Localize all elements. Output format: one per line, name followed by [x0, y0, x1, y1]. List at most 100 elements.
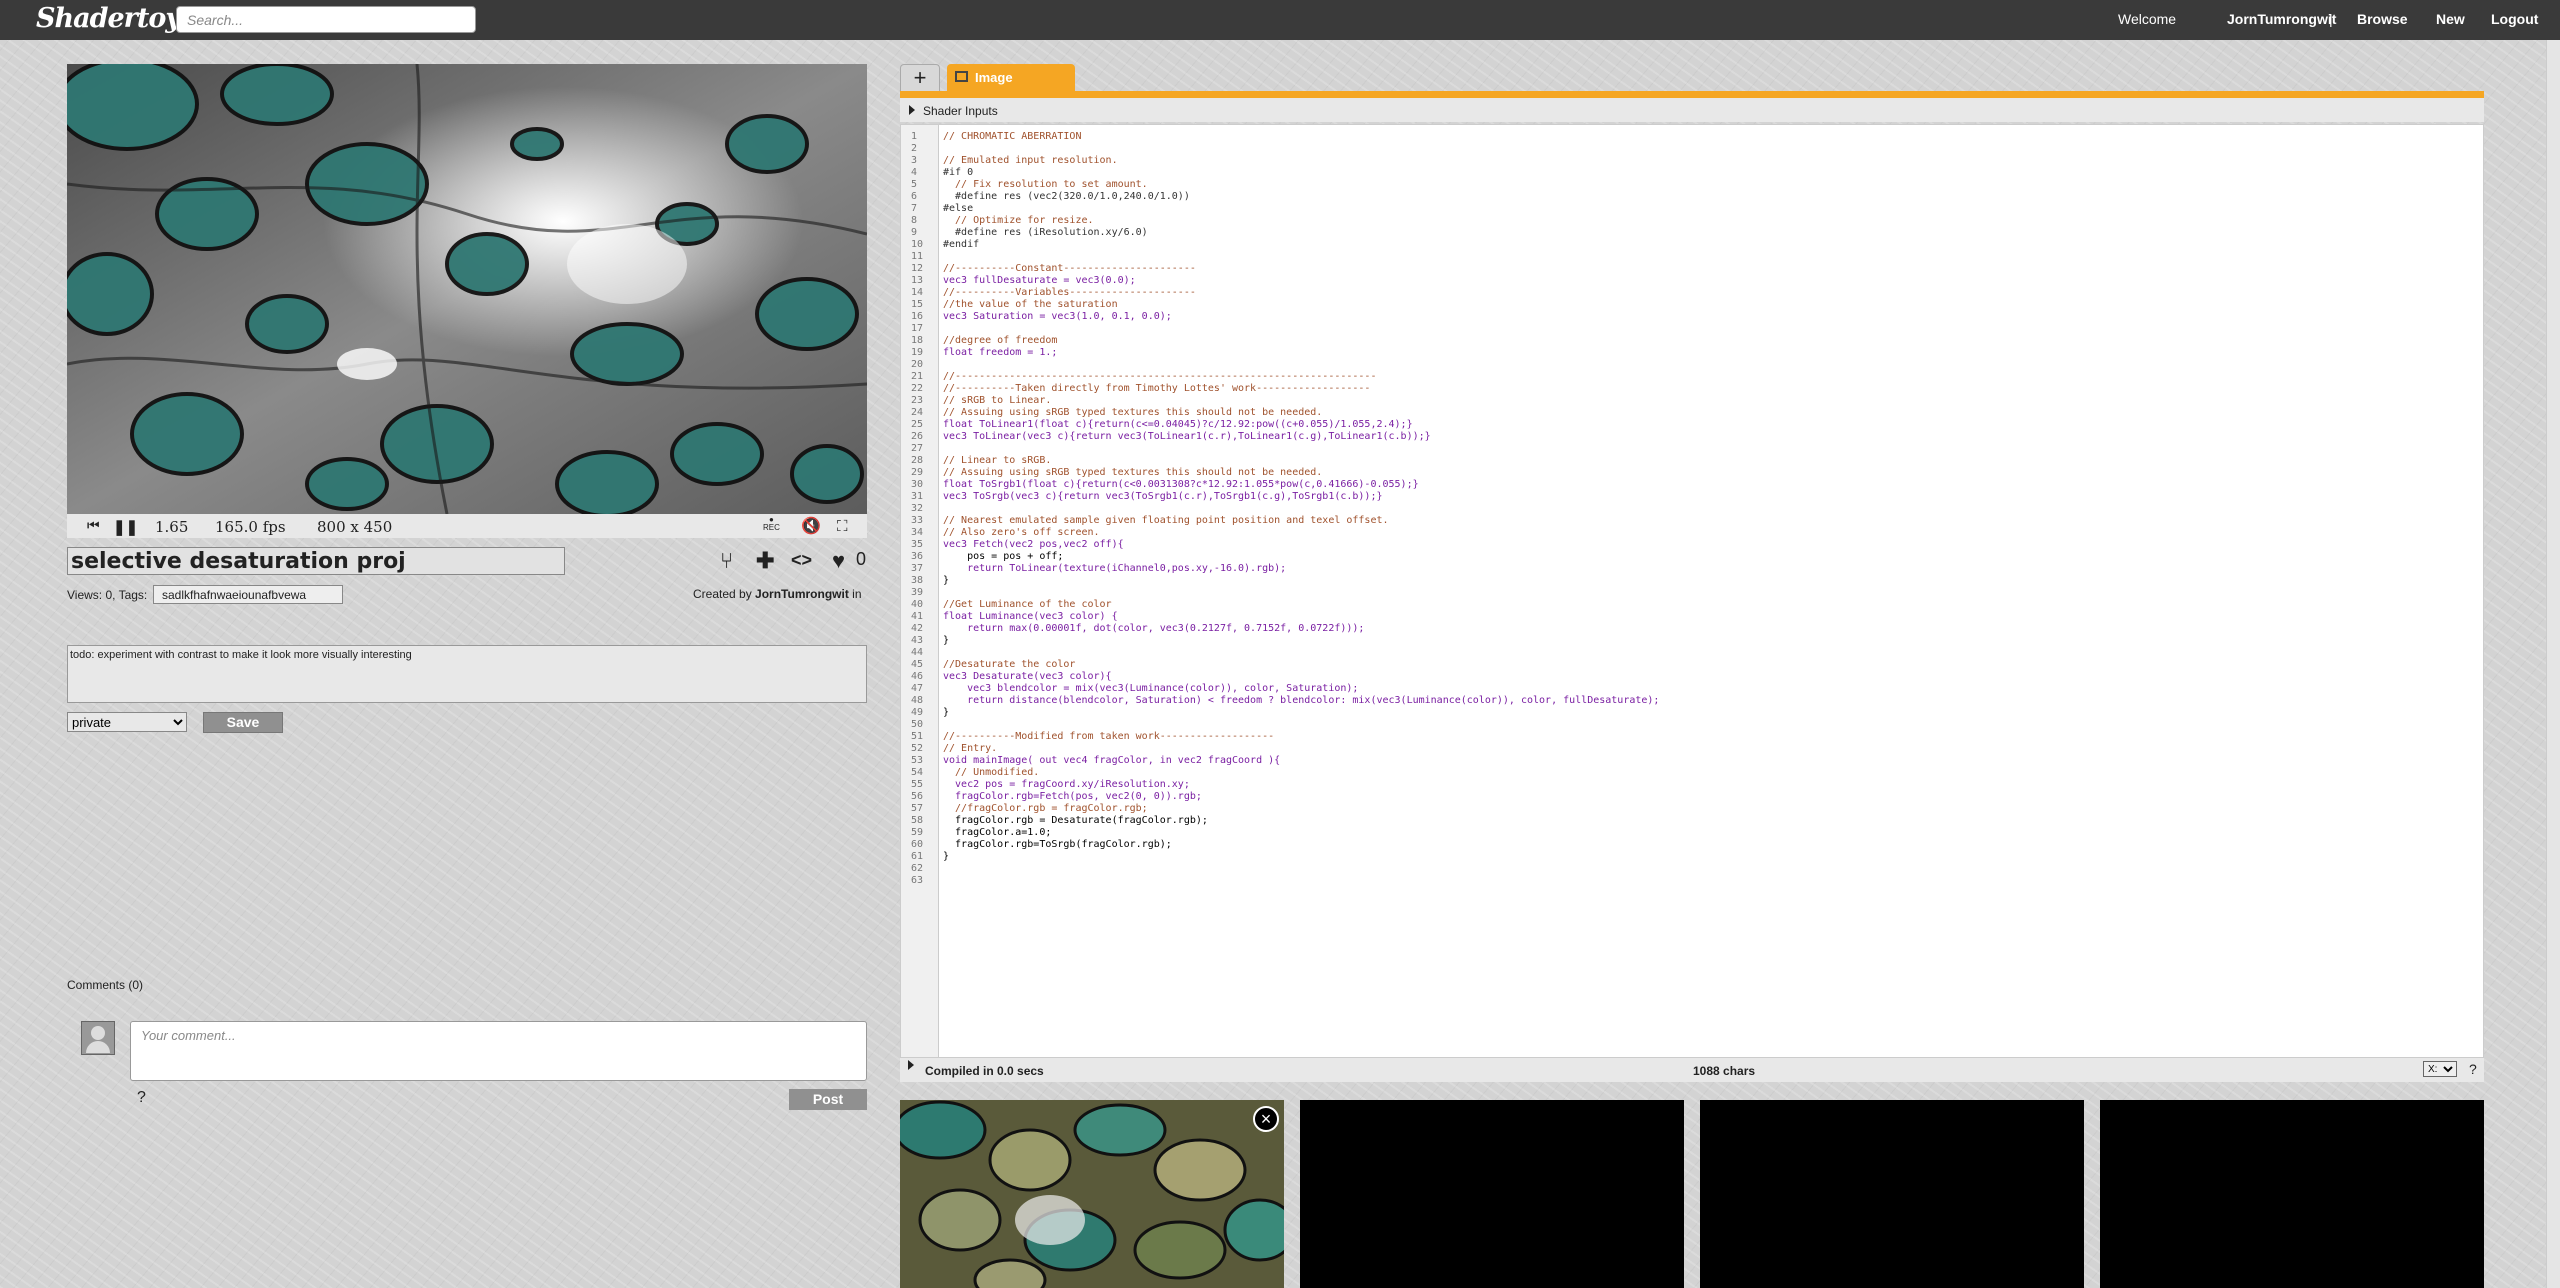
code-line: // Fix resolution to set amount. — [943, 179, 1148, 190]
code-line: // Unmodified. — [943, 767, 1040, 778]
line-number: 55 — [911, 779, 924, 790]
code-line: vec3 fullDesaturate = vec3(0.0); — [943, 275, 1136, 286]
line-number: 10 — [911, 239, 924, 250]
line-number: 22 — [911, 383, 924, 394]
embed-code-icon[interactable]: <> — [791, 550, 812, 571]
code-line: pos = pos + off; — [943, 551, 1064, 562]
editor-help-link[interactable]: ? — [2469, 1061, 2477, 1077]
username-link[interactable]: JornTumrongwit — [2227, 11, 2336, 27]
line-number: 54 — [911, 767, 924, 778]
ichannel3-slot[interactable] — [2100, 1100, 2484, 1288]
line-number: 43 — [911, 635, 924, 646]
code-line: //----------Taken directly from Timothy … — [943, 383, 1371, 394]
description-textarea[interactable]: todo: experiment with contrast to make i… — [67, 645, 867, 703]
page-scrollbar[interactable] — [2546, 40, 2560, 1288]
image-tab-icon — [955, 71, 968, 82]
line-number: 59 — [911, 827, 924, 838]
font-size-select[interactable]: X: — [2423, 1061, 2457, 1077]
comment-input[interactable] — [130, 1021, 867, 1081]
code-line: //----------Variables-------------------… — [943, 287, 1196, 298]
tab-image[interactable]: Image — [947, 64, 1075, 91]
fork-icon[interactable]: ⑂ — [720, 548, 733, 574]
code-line: } — [943, 707, 950, 718]
line-number: 61 — [911, 851, 924, 862]
rewind-icon[interactable]: ⏮ — [87, 518, 100, 534]
line-number-gutter: 1 2 3 4 5 6 7 8 9 10 11 12 13 14 15 16 17 18 19 20 21 22 23 24 2… — [901, 125, 939, 1057]
created-by-label: Created by — [693, 587, 752, 601]
line-number: 14 — [911, 287, 924, 298]
tags-input[interactable]: sadlkfhafnwaeiounafbvewa — [153, 585, 343, 604]
line-number: 49 — [911, 707, 924, 718]
post-button[interactable]: Post — [789, 1089, 867, 1110]
line-numbers: 1 2 3 4 5 6 7 8 9 10 11 12 13 14 15 16 17 18 19 20 21 22 23 24 2… — [911, 131, 923, 887]
line-number: 18 — [911, 335, 924, 346]
code-line: vec3 ToSrgb(vec3 c){return vec3(ToSrgb1(… — [943, 491, 1383, 502]
code-line: vec2 pos = fragCoord.xy/iResolution.xy; — [943, 779, 1190, 790]
line-number: 9 — [911, 227, 918, 238]
code-line: #if 0 — [943, 167, 974, 178]
close-icon[interactable]: × — [1253, 1106, 1279, 1132]
code-line: } — [943, 851, 950, 862]
code-line: return distance(blendcolor, Saturation) … — [943, 695, 1660, 706]
line-number: 23 — [911, 395, 924, 406]
line-number: 19 — [911, 347, 924, 358]
heart-icon[interactable]: ♥ — [832, 548, 845, 574]
code-line: vec3 Desaturate(vec3 color){ — [943, 671, 1112, 682]
line-number: 57 — [911, 803, 924, 814]
line-number: 37 — [911, 563, 924, 574]
fullscreen-icon[interactable]: ⛶ — [837, 517, 848, 535]
new-link[interactable]: New — [2436, 11, 2465, 27]
likes-count: 0 — [856, 549, 867, 569]
tab-image-label: Image — [975, 70, 1013, 85]
line-number: 50 — [911, 719, 924, 730]
line-number: 58 — [911, 815, 924, 826]
volume-icon[interactable]: 🔇 — [801, 516, 821, 535]
add-tab-button[interactable]: + — [900, 64, 940, 91]
line-number: 36 — [911, 551, 924, 562]
code-line: return max(0.00001f, dot(color, vec3(0.2… — [943, 623, 1365, 634]
shadertoy-logo[interactable]: Shadertoy — [36, 3, 181, 34]
code-line: fragColor.a=1.0; — [943, 827, 1052, 838]
code-line: float ToLinear1(float c){return(c<=0.040… — [943, 419, 1413, 430]
code-line: vec3 ToLinear(vec3 c){return vec3(ToLine… — [943, 431, 1431, 442]
privacy-select[interactable]: private — [67, 712, 187, 732]
line-number: 5 — [911, 179, 918, 190]
shader-preview-canvas[interactable] — [67, 64, 867, 514]
pause-icon[interactable]: ❚❚ — [113, 518, 138, 536]
browse-link[interactable]: Browse — [2357, 11, 2408, 27]
code-line: fragColor.rgb=ToSrgb(fragColor.rgb); — [943, 839, 1172, 850]
author-link[interactable]: JornTumrongwit — [755, 587, 849, 601]
line-number: 8 — [911, 215, 918, 226]
line-number: 28 — [911, 455, 924, 466]
code-line: #define res (vec2(320.0/1.0,240.0/1.0)) — [943, 191, 1190, 202]
ichannel0-texture[interactable]: × — [900, 1100, 1284, 1288]
code-editor[interactable]: 1 2 3 4 5 6 7 8 9 10 11 12 13 14 15 16 17 18 19 20 21 22 23 24 2… — [900, 124, 2484, 1058]
line-number: 53 — [911, 755, 924, 766]
save-button[interactable]: Save — [203, 712, 283, 733]
line-number: 6 — [911, 191, 918, 202]
ichannel1-slot[interactable] — [1300, 1100, 1684, 1288]
code-line: // Assuing using sRGB typed textures thi… — [943, 467, 1323, 478]
comment-help-link[interactable]: ? — [137, 1089, 146, 1107]
add-to-playlist-icon[interactable]: ✚ — [756, 548, 774, 574]
code-line: vec3 Fetch(vec2 pos,vec2 off){ — [943, 539, 1124, 550]
record-button[interactable]: ● REC — [763, 516, 780, 532]
shader-inputs-toggle[interactable]: Shader Inputs — [900, 98, 2484, 122]
code-line: // Assuing using sRGB typed textures thi… — [943, 407, 1323, 418]
shader-title-input[interactable]: selective desaturation proj — [67, 547, 565, 575]
line-number: 51 — [911, 731, 924, 742]
line-number: 29 — [911, 467, 924, 478]
code-content[interactable]: // CHROMATIC ABERRATION // Emulated input… — [943, 131, 1659, 887]
editor-status-bar: Compiled in 0.0 secs 1088 chars X: ? — [900, 1058, 2484, 1082]
nav-separator: | — [2329, 11, 2333, 27]
ichannel2-slot[interactable] — [1700, 1100, 2084, 1288]
search-input[interactable] — [176, 6, 476, 33]
code-line: vec3 Saturation = vec3(1.0, 0.1, 0.0); — [943, 311, 1172, 322]
code-line: float ToSrgb1(float c){return(c<0.003130… — [943, 479, 1419, 490]
logout-link[interactable]: Logout — [2491, 11, 2538, 27]
code-line: #else — [943, 203, 974, 214]
